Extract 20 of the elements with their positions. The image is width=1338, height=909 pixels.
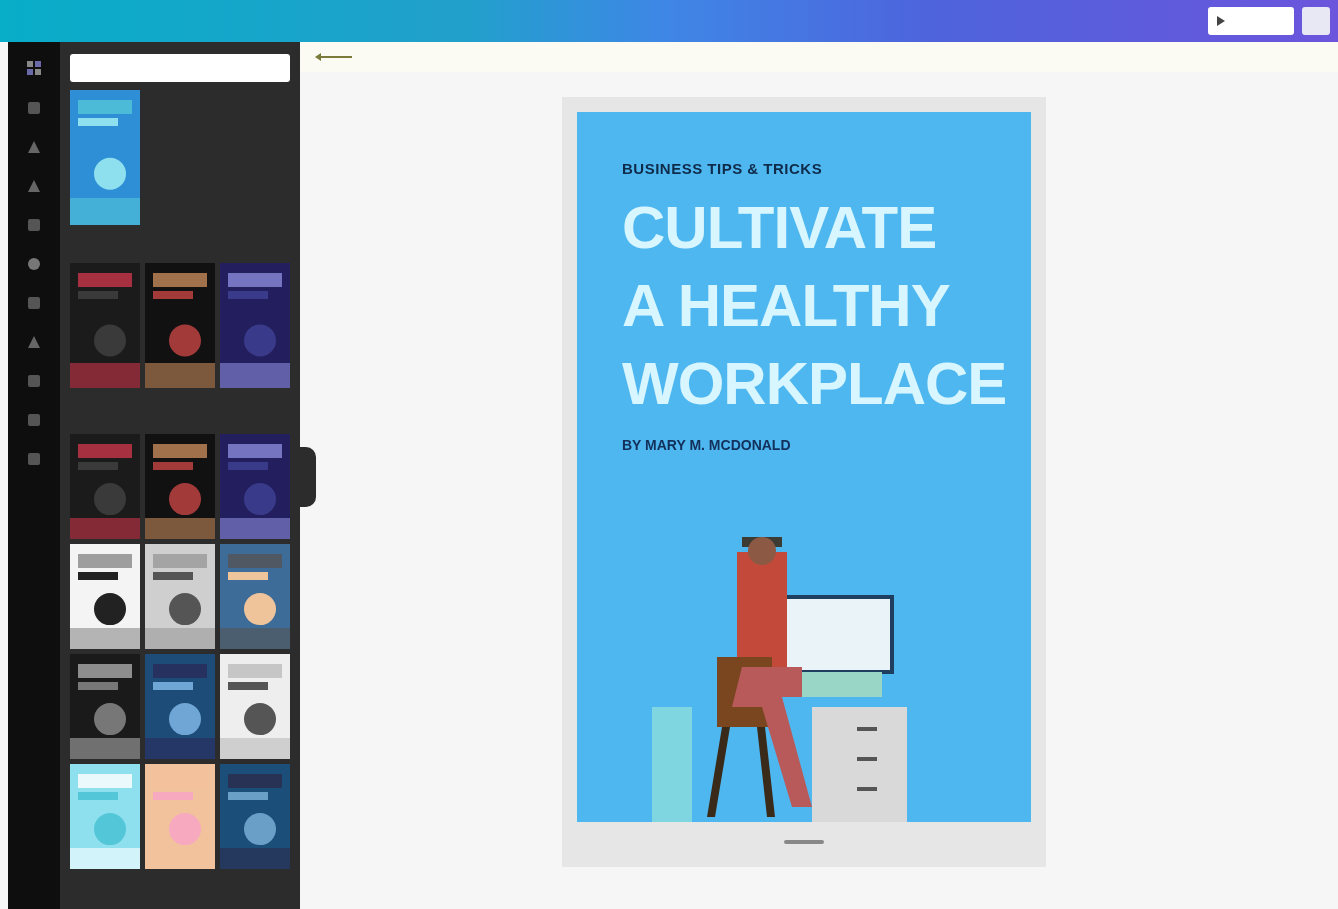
play-icon — [1216, 15, 1226, 27]
square-icon[interactable] — [27, 218, 41, 232]
grid-icon[interactable] — [26, 60, 42, 76]
square-icon[interactable] — [27, 374, 41, 388]
cover-kicker: BUSINESS TIPS & TRICKS — [622, 160, 824, 177]
cover-title: CULTIVATE — [622, 193, 938, 263]
triangle-icon[interactable] — [27, 140, 41, 154]
search-field[interactable] — [70, 54, 290, 82]
square-icon[interactable] — [27, 413, 41, 427]
back-arrow-icon[interactable] — [314, 52, 354, 62]
square-icon[interactable] — [27, 452, 41, 466]
collapse-handle[interactable] — [300, 447, 316, 507]
triangle-icon[interactable] — [27, 335, 41, 349]
cover-title: WORKPLACE — [622, 349, 1008, 419]
cover-title: A HEALTHY — [622, 271, 951, 341]
square-icon[interactable] — [27, 296, 41, 310]
triangle-icon[interactable] — [27, 179, 41, 193]
circle-icon[interactable] — [27, 257, 41, 271]
cover-byline: BY MARY M. MCDONALD — [622, 437, 792, 453]
square-icon[interactable] — [27, 101, 41, 115]
